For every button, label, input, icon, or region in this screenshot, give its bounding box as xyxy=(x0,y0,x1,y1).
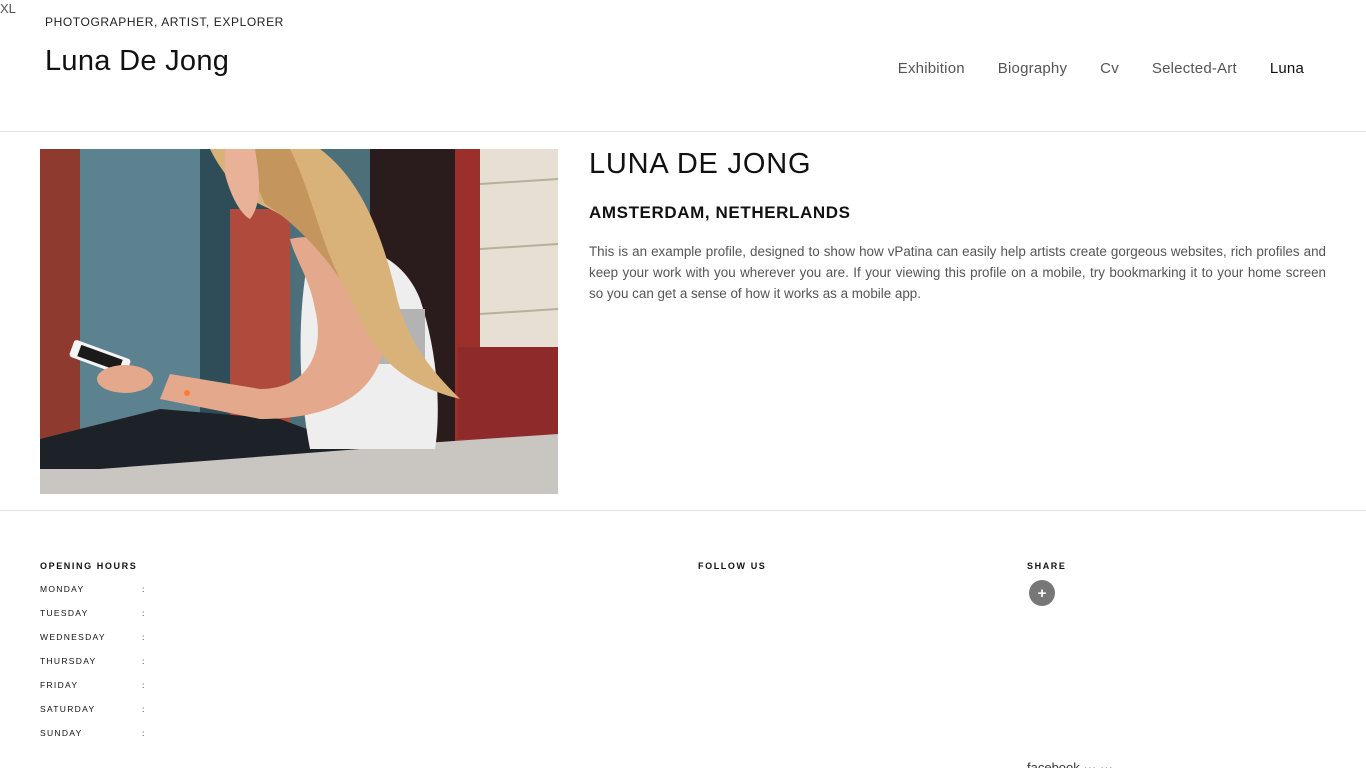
hours-row-monday: MONDAY : xyxy=(40,584,152,608)
social-links-cutoff[interactable]: facebook ··· ··· xyxy=(1027,760,1113,768)
header-divider xyxy=(0,131,1366,132)
content-divider xyxy=(0,510,1366,511)
hours-day: SUNDAY xyxy=(40,728,83,738)
profile-location: AMSTERDAM, NETHERLANDS xyxy=(589,203,851,222)
hours-separator: : xyxy=(142,632,146,642)
hours-row-sunday: SUNDAY : xyxy=(40,728,152,752)
share-button[interactable]: + xyxy=(1029,580,1055,606)
plus-icon: + xyxy=(1037,584,1047,602)
hours-row-friday: FRIDAY : xyxy=(40,680,152,704)
corner-tag: XL xyxy=(0,1,16,16)
share-heading: SHARE xyxy=(1027,561,1067,571)
hours-day: FRIDAY xyxy=(40,680,79,690)
opening-hours-heading: OPENING HOURS xyxy=(40,561,138,571)
hours-separator: : xyxy=(142,704,146,714)
nav-item-luna[interactable]: Luna xyxy=(1270,60,1304,77)
hours-row-thursday: THURSDAY : xyxy=(40,656,152,680)
site-tagline: PHOTOGRAPHER, ARTIST, EXPLORER xyxy=(45,15,284,29)
hours-separator: : xyxy=(142,584,146,594)
profile-photo-image xyxy=(40,149,558,494)
hours-separator: : xyxy=(142,728,146,738)
main-nav: Exhibition Biography Cv Selected-Art Lun… xyxy=(898,60,1304,77)
hours-separator: : xyxy=(142,656,146,666)
hours-separator: : xyxy=(142,680,146,690)
hours-separator: : xyxy=(142,608,146,618)
nav-item-selected-art[interactable]: Selected-Art xyxy=(1152,60,1237,77)
profile-bio: This is an example profile, designed to … xyxy=(589,244,1326,301)
profile-name: LUNA DE JONG xyxy=(589,148,812,180)
nav-item-cv[interactable]: Cv xyxy=(1100,60,1119,77)
hours-day: THURSDAY xyxy=(40,656,97,666)
hours-row-wednesday: WEDNESDAY : xyxy=(40,632,152,656)
follow-us-heading: FOLLOW US xyxy=(698,561,767,571)
hours-row-saturday: SATURDAY : xyxy=(40,704,152,728)
hours-day: TUESDAY xyxy=(40,608,89,618)
site-title[interactable]: Luna De Jong xyxy=(45,45,229,78)
profile-photo xyxy=(40,149,558,494)
hours-day: WEDNESDAY xyxy=(40,632,106,642)
hours-day: SATURDAY xyxy=(40,704,96,714)
nav-item-exhibition[interactable]: Exhibition xyxy=(898,60,965,77)
opening-hours-list: MONDAY : TUESDAY : WEDNESDAY : THURSDAY … xyxy=(40,584,152,752)
nav-item-biography[interactable]: Biography xyxy=(998,60,1067,77)
hours-row-tuesday: TUESDAY : xyxy=(40,608,152,632)
hours-day: MONDAY xyxy=(40,584,85,594)
